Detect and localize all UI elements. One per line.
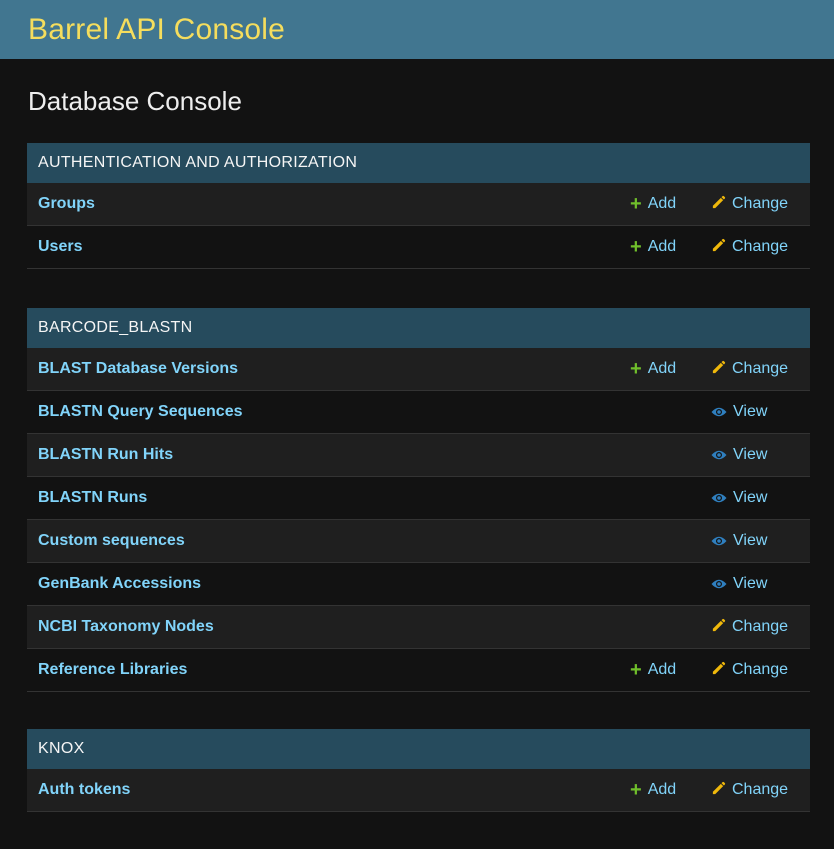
- add-label: Add: [647, 360, 677, 377]
- model-row: BLASTN Runs View: [27, 477, 810, 520]
- eye-icon: [711, 578, 727, 590]
- model-link[interactable]: Auth tokens: [27, 781, 810, 799]
- add-link[interactable]: + Add: [630, 659, 677, 681]
- model-link[interactable]: BLASTN Runs: [27, 489, 810, 507]
- view-link[interactable]: View: [711, 532, 767, 550]
- pencil-icon: [711, 360, 726, 379]
- plus-icon: +: [630, 659, 642, 681]
- model-link[interactable]: Groups: [27, 195, 810, 213]
- site-header: Barrel API Console: [0, 0, 834, 59]
- model-link[interactable]: Users: [27, 238, 810, 256]
- site-title[interactable]: Barrel API Console: [28, 13, 285, 47]
- change-link[interactable]: Change: [711, 195, 788, 214]
- module-barcode-blastn: BARCODE_BLASTN BLAST Database Versions + Ad…: [27, 308, 810, 692]
- change-link[interactable]: Change: [711, 360, 788, 379]
- model-row: BLASTN Run Hits View: [27, 434, 810, 477]
- model-link[interactable]: BLASTN Query Sequences: [27, 403, 810, 421]
- module-caption[interactable]: KNOX: [27, 729, 810, 769]
- view-link[interactable]: View: [711, 403, 767, 421]
- change-label: Change: [732, 238, 789, 255]
- page-title: Database Console: [28, 86, 242, 116]
- add-label: Add: [647, 781, 677, 798]
- model-link[interactable]: BLASTN Run Hits: [27, 446, 810, 464]
- eye-icon: [711, 492, 727, 504]
- model-row: Custom sequences View: [27, 520, 810, 563]
- model-row: BLASTN Query Sequences View: [27, 391, 810, 434]
- model-row: Users + Add Change: [27, 226, 810, 269]
- module-authentication-and-authorization: AUTHENTICATION AND AUTHORIZATION Groups + A…: [27, 143, 810, 269]
- plus-icon: +: [630, 236, 642, 258]
- view-label: View: [733, 489, 768, 506]
- model-row: GenBank Accessions View: [27, 563, 810, 606]
- model-row: NCBI Taxonomy Nodes Change: [27, 606, 810, 649]
- add-label: Add: [647, 195, 677, 212]
- add-label: Add: [647, 238, 677, 255]
- eye-icon: [711, 449, 727, 461]
- view-link[interactable]: View: [711, 575, 767, 593]
- change-label: Change: [732, 618, 789, 635]
- model-link[interactable]: NCBI Taxonomy Nodes: [27, 618, 810, 636]
- model-row: BLAST Database Versions + Add Change: [27, 348, 810, 391]
- add-link[interactable]: + Add: [630, 236, 677, 258]
- model-row: Reference Libraries + Add Change: [27, 649, 810, 692]
- change-label: Change: [732, 661, 789, 678]
- pencil-icon: [711, 238, 726, 257]
- module-caption[interactable]: AUTHENTICATION AND AUTHORIZATION: [27, 143, 810, 183]
- change-link[interactable]: Change: [711, 781, 788, 800]
- module-caption[interactable]: BARCODE_BLASTN: [27, 308, 810, 348]
- pencil-icon: [711, 661, 726, 680]
- model-link[interactable]: Custom sequences: [27, 532, 810, 550]
- view-label: View: [733, 575, 768, 592]
- model-row: Auth tokens + Add Change: [27, 769, 810, 812]
- view-label: View: [733, 403, 768, 420]
- pencil-icon: [711, 781, 726, 800]
- add-label: Add: [647, 661, 677, 678]
- module-knox: KNOX Auth tokens + Add Change: [27, 729, 810, 812]
- change-label: Change: [732, 195, 789, 212]
- view-label: View: [733, 532, 768, 549]
- eye-icon: [711, 406, 727, 418]
- change-link[interactable]: Change: [711, 661, 788, 680]
- add-link[interactable]: + Add: [630, 358, 677, 380]
- plus-icon: +: [630, 779, 642, 801]
- change-link[interactable]: Change: [711, 618, 788, 637]
- change-label: Change: [732, 781, 789, 798]
- plus-icon: +: [630, 193, 642, 215]
- pencil-icon: [711, 618, 726, 637]
- add-link[interactable]: + Add: [630, 193, 677, 215]
- change-label: Change: [732, 360, 789, 377]
- model-row: Groups + Add Change: [27, 183, 810, 226]
- pencil-icon: [711, 195, 726, 214]
- add-link[interactable]: + Add: [630, 779, 677, 801]
- view-link[interactable]: View: [711, 489, 767, 507]
- view-link[interactable]: View: [711, 446, 767, 464]
- model-link[interactable]: Reference Libraries: [27, 661, 810, 679]
- model-link[interactable]: GenBank Accessions: [27, 575, 810, 593]
- model-link[interactable]: BLAST Database Versions: [27, 360, 810, 378]
- plus-icon: +: [630, 358, 642, 380]
- view-label: View: [733, 446, 768, 463]
- change-link[interactable]: Change: [711, 238, 788, 257]
- eye-icon: [711, 535, 727, 547]
